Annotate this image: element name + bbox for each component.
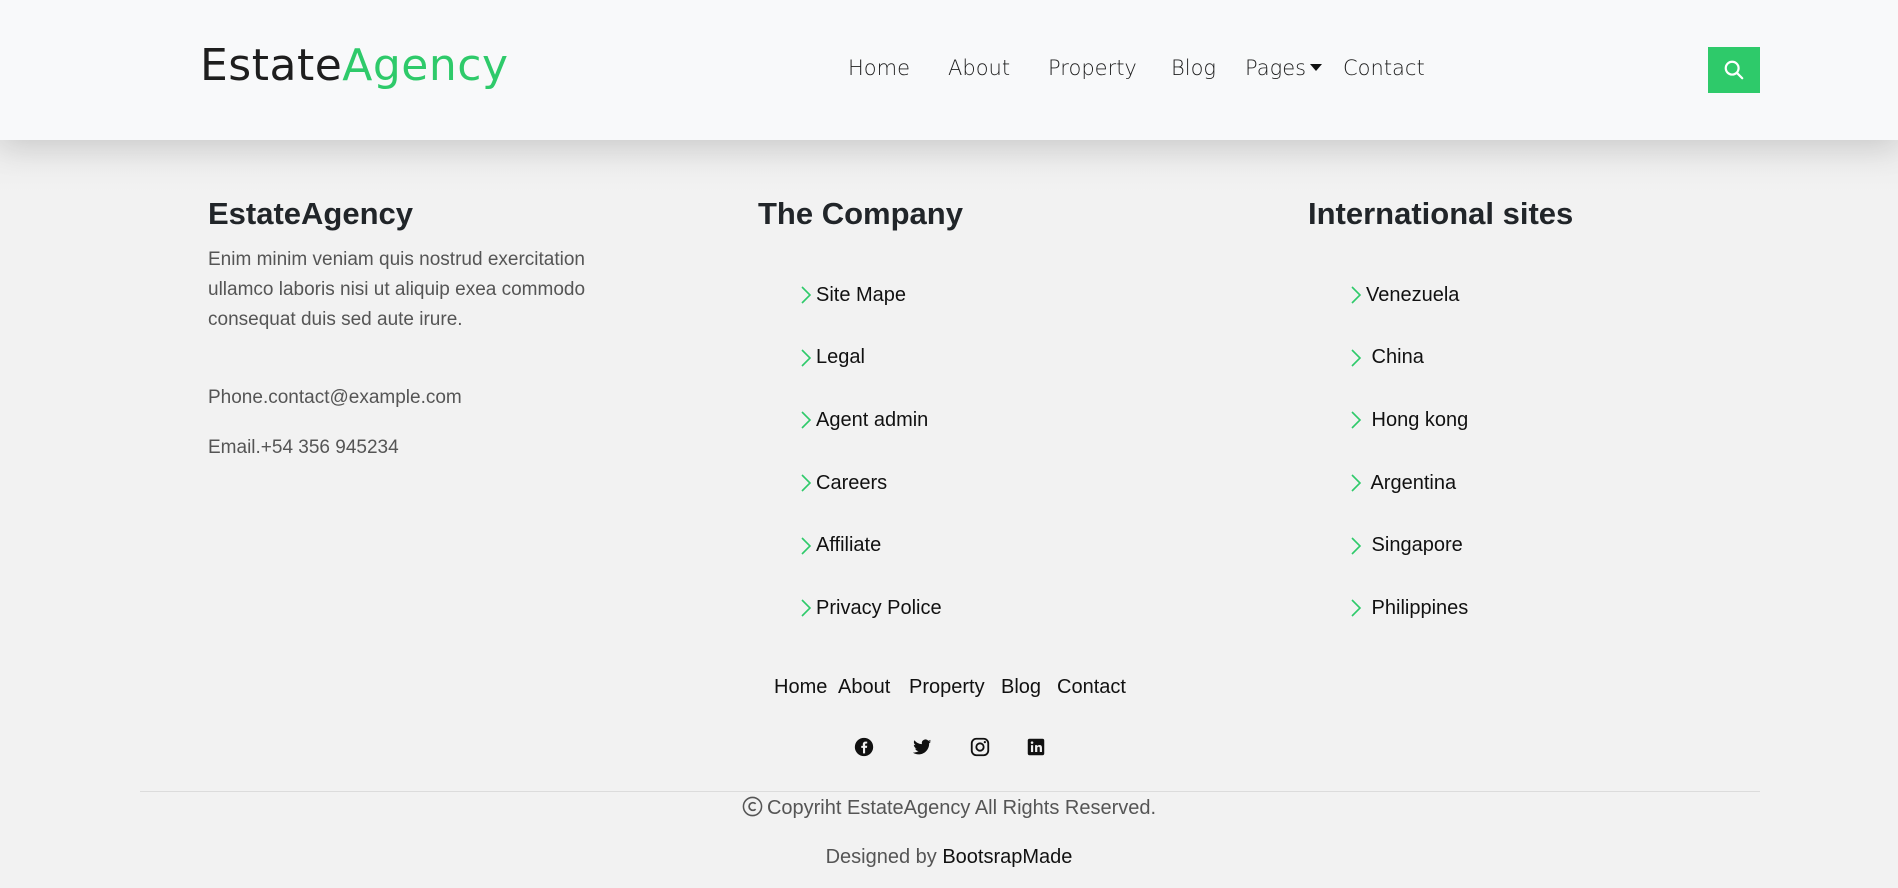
- chevron-right-icon: [801, 537, 812, 555]
- footer-divider: [140, 791, 1760, 792]
- intl-link-argentina[interactable]: Argentina: [1350, 452, 1468, 515]
- nav-blog[interactable]: Blog: [1171, 56, 1216, 80]
- link-label: Agent admin: [816, 408, 929, 431]
- company-title: The Company: [758, 196, 963, 231]
- link-label: Legal: [816, 346, 865, 369]
- chevron-right-icon: [1351, 349, 1362, 367]
- chevron-right-icon: [801, 474, 812, 492]
- company-link-agent-admin[interactable]: Agent admin: [800, 389, 942, 452]
- facebook-icon[interactable]: [853, 736, 875, 758]
- header-shadow: [0, 140, 1898, 196]
- intl-link-china[interactable]: China: [1350, 327, 1468, 390]
- intl-link-philippines[interactable]: Philippines: [1350, 577, 1468, 640]
- brand-part-agency: Agency: [342, 40, 509, 91]
- copyright-icon: [742, 796, 763, 817]
- copyright-line: Copyriht EstateAgency All Rights Reserve…: [0, 796, 1898, 820]
- link-label: Venezuela: [1366, 283, 1460, 306]
- nav-pages-label: Pages: [1245, 56, 1307, 80]
- nav-pages-dropdown[interactable]: Pages: [1245, 56, 1323, 80]
- chevron-right-icon: [1351, 537, 1362, 555]
- chevron-right-icon: [801, 411, 812, 430]
- company-links: Site Mape Legal Agent admin Careers Affi…: [800, 264, 942, 640]
- site-header: EstateAgency Home About Property Blog Pa…: [0, 0, 1898, 140]
- link-label: Philippines: [1366, 596, 1469, 619]
- international-title: International sites: [1308, 196, 1574, 231]
- link-label: Singapore: [1366, 534, 1463, 557]
- caret-down-icon: [1310, 64, 1323, 71]
- chevron-right-icon: [1351, 474, 1362, 492]
- footer-email: Email.+54 356 945234: [208, 437, 399, 458]
- chevron-right-icon: [801, 349, 812, 367]
- footer-nav: Home About Property Blog Contact: [0, 676, 1898, 702]
- designed-by-link[interactable]: BootsrapMade: [942, 846, 1072, 868]
- link-label: Site Mape: [816, 283, 907, 306]
- footer-brand-title: EstateAgency: [208, 196, 414, 231]
- link-label: Careers: [816, 471, 888, 494]
- linkedin-icon[interactable]: [1025, 736, 1047, 758]
- brand-part-estate: Estate: [200, 40, 343, 91]
- chevron-right-icon: [1351, 599, 1362, 617]
- search-button[interactable]: [1708, 47, 1760, 93]
- nav-about[interactable]: About: [948, 56, 1010, 80]
- nav-home[interactable]: Home: [848, 56, 910, 80]
- chevron-right-icon: [1351, 286, 1362, 304]
- designed-by-line: Designed by BootsrapMade: [0, 846, 1898, 869]
- link-label: Affiliate: [816, 534, 882, 557]
- brand-logo[interactable]: EstateAgency: [200, 40, 508, 91]
- instagram-icon[interactable]: [969, 736, 991, 758]
- chevron-right-icon: [801, 599, 812, 617]
- link-label: Argentina: [1366, 471, 1457, 494]
- nav-contact[interactable]: Contact: [1343, 56, 1425, 80]
- company-link-careers[interactable]: Careers: [800, 452, 942, 515]
- company-link-privacy-police[interactable]: Privacy Police: [800, 577, 942, 640]
- intl-link-venezuela[interactable]: Venezuela: [1350, 264, 1468, 327]
- intl-link-singapore[interactable]: Singapore: [1350, 514, 1468, 577]
- company-link-legal[interactable]: Legal: [800, 327, 942, 390]
- footer-nav-blog[interactable]: Blog: [1001, 676, 1041, 699]
- link-label: Privacy Police: [816, 596, 942, 619]
- twitter-icon[interactable]: [911, 736, 933, 758]
- footer-nav-property[interactable]: Property: [909, 676, 985, 699]
- chevron-right-icon: [801, 286, 812, 304]
- link-label: China: [1366, 346, 1424, 369]
- footer-phone: Phone.contact@example.com: [208, 387, 462, 408]
- footer-nav-contact[interactable]: Contact: [1057, 676, 1126, 699]
- company-link-affiliate[interactable]: Affiliate: [800, 514, 942, 577]
- company-link-site-mape[interactable]: Site Mape: [800, 264, 942, 327]
- search-icon: [1724, 60, 1744, 80]
- international-links: Venezuela China Hong kong Argentina Sing…: [1350, 264, 1468, 640]
- social-links: [0, 736, 1898, 758]
- footer-nav-about[interactable]: About: [838, 676, 890, 699]
- intl-link-hong-kong[interactable]: Hong kong: [1350, 389, 1468, 452]
- copyright-text: Copyriht EstateAgency All Rights Reserve…: [766, 797, 1157, 819]
- footer-nav-home[interactable]: Home: [774, 676, 827, 699]
- nav-property[interactable]: Property: [1048, 56, 1137, 80]
- designed-by-prefix: Designed by: [825, 846, 943, 868]
- link-label: Hong kong: [1366, 408, 1469, 431]
- footer-about-text: Enim minim veniam quis nostrud exercitat…: [208, 249, 586, 330]
- chevron-right-icon: [1351, 411, 1362, 430]
